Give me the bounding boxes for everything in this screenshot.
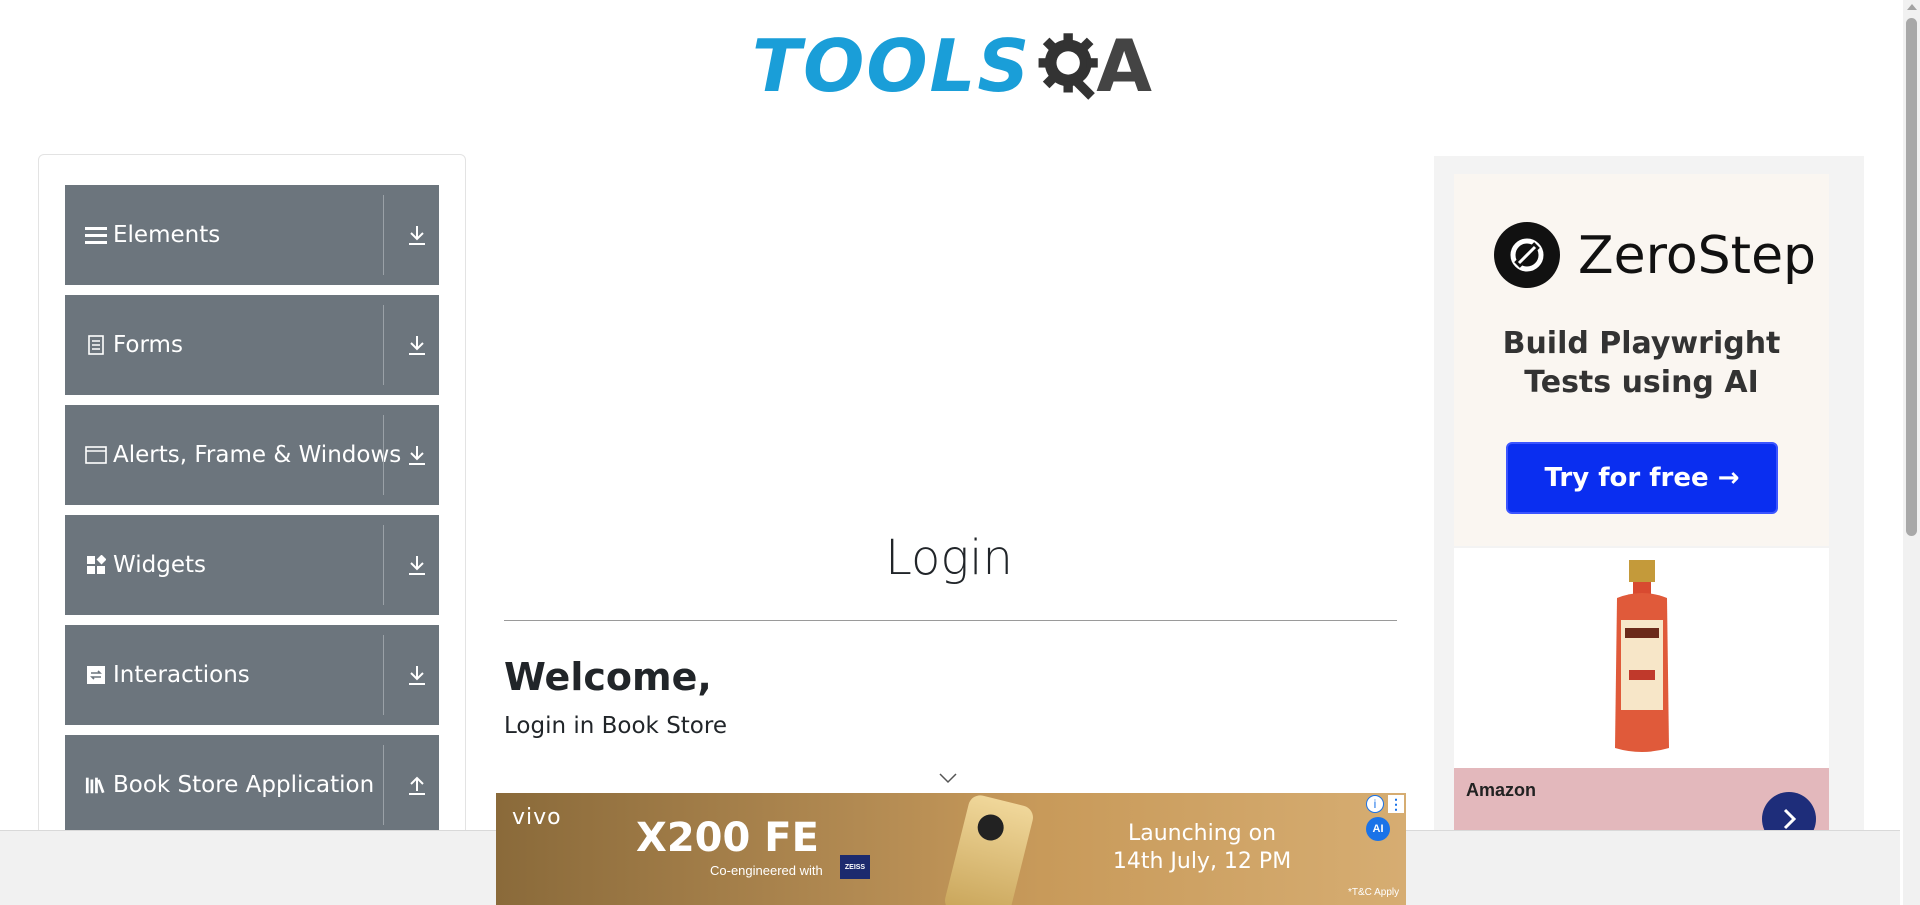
sidebar-group-label: Elements — [113, 222, 221, 248]
ad-tagline-line: Build Playwright — [1502, 326, 1781, 361]
sidebar-group-widgets[interactable]: Widgets — [65, 515, 439, 615]
ad-tagline: Build Playwright Tests using AI — [1454, 324, 1829, 402]
store-label: Amazon — [1466, 780, 1537, 800]
download-arrow-icon[interactable] — [405, 663, 429, 687]
divider — [383, 525, 384, 605]
ad-info-icon[interactable]: i — [1366, 795, 1384, 813]
ad-launch-line: Launching on — [1127, 821, 1277, 846]
page-title: Login — [885, 530, 1013, 586]
oil-bottle-icon — [1614, 560, 1669, 752]
right-ad[interactable]: ZeroStep Build Playwright Tests using AI… — [1434, 156, 1864, 846]
sidebar-group-label: Interactions — [113, 662, 250, 688]
menu-icon — [85, 224, 107, 246]
divider — [383, 635, 384, 715]
upload-arrow-icon[interactable] — [405, 773, 429, 797]
sidebar-group-forms[interactable]: Forms — [65, 295, 439, 395]
phone-image — [942, 793, 1036, 905]
ai-badge: AI — [1366, 817, 1390, 841]
sidebar-group-label: Book Store Application — [113, 772, 375, 798]
scroll-up-arrow-icon[interactable] — [1907, 4, 1917, 10]
chevron-down-icon[interactable] — [938, 772, 958, 784]
vertical-scrollbar[interactable] — [1903, 0, 1920, 905]
zerostep-ad[interactable]: ZeroStep Build Playwright Tests using AI… — [1454, 174, 1829, 546]
books-icon — [85, 774, 107, 796]
ad-model: X200 FE — [636, 815, 819, 861]
top-ad-placeholder — [504, 160, 1394, 460]
toolsqa-logo[interactable]: TOOLS A — [752, 20, 1152, 112]
sidebar-group-book-store[interactable]: Book Store Application — [65, 735, 439, 835]
document-icon — [85, 334, 107, 356]
download-arrow-icon[interactable] — [405, 223, 429, 247]
camera-icon — [974, 811, 1007, 844]
divider — [383, 195, 384, 275]
window-icon — [85, 444, 107, 466]
sidebar-group-label: Forms — [113, 332, 183, 358]
interactions-icon — [85, 664, 107, 686]
divider — [383, 415, 384, 495]
ad-brand: vivo — [512, 805, 562, 830]
ad-brand: ZeroStep — [1578, 226, 1817, 286]
scroll-thumb[interactable] — [1906, 18, 1917, 536]
title-divider — [504, 620, 1397, 621]
ad-launch-date: 14th July, 12 PM — [1112, 849, 1292, 874]
sidebar-group-label: Widgets — [113, 552, 206, 578]
product-image[interactable] — [1454, 548, 1829, 768]
sidebar: Elements Forms Alerts, Frame & Windows W… — [38, 154, 466, 905]
logo-tail: A — [1096, 24, 1152, 108]
divider — [383, 745, 384, 825]
zerostep-logo-icon — [1494, 222, 1560, 288]
sidebar-group-interactions[interactable]: Interactions — [65, 625, 439, 725]
ad-tagline-line: Tests using AI — [1524, 365, 1759, 400]
sidebar-group-elements[interactable]: Elements — [65, 185, 439, 285]
download-arrow-icon[interactable] — [405, 443, 429, 467]
ad-menu-icon[interactable]: ⋮ — [1388, 795, 1404, 813]
sidebar-group-label: Alerts, Frame & Windows — [113, 442, 402, 468]
divider — [383, 305, 384, 385]
zeiss-logo: ZEISS — [840, 855, 870, 879]
download-arrow-icon[interactable] — [405, 333, 429, 357]
welcome-subtitle: Login in Book Store — [504, 713, 727, 739]
widgets-icon — [85, 554, 107, 576]
bottom-banner-ad[interactable]: vivo X200 FE Co-engineered with ZEISS La… — [496, 793, 1406, 905]
ad-terms: *T&C Apply — [1348, 887, 1400, 898]
welcome-heading: Welcome, — [504, 655, 712, 699]
download-arrow-icon[interactable] — [405, 553, 429, 577]
try-for-free-button[interactable]: Try for free → — [1506, 442, 1778, 514]
logo-text: TOOLS — [752, 24, 1032, 108]
gear-magnifier-icon — [1038, 33, 1099, 100]
sidebar-group-alerts[interactable]: Alerts, Frame & Windows — [65, 405, 439, 505]
ad-coengineered: Co-engineered with — [710, 863, 823, 878]
